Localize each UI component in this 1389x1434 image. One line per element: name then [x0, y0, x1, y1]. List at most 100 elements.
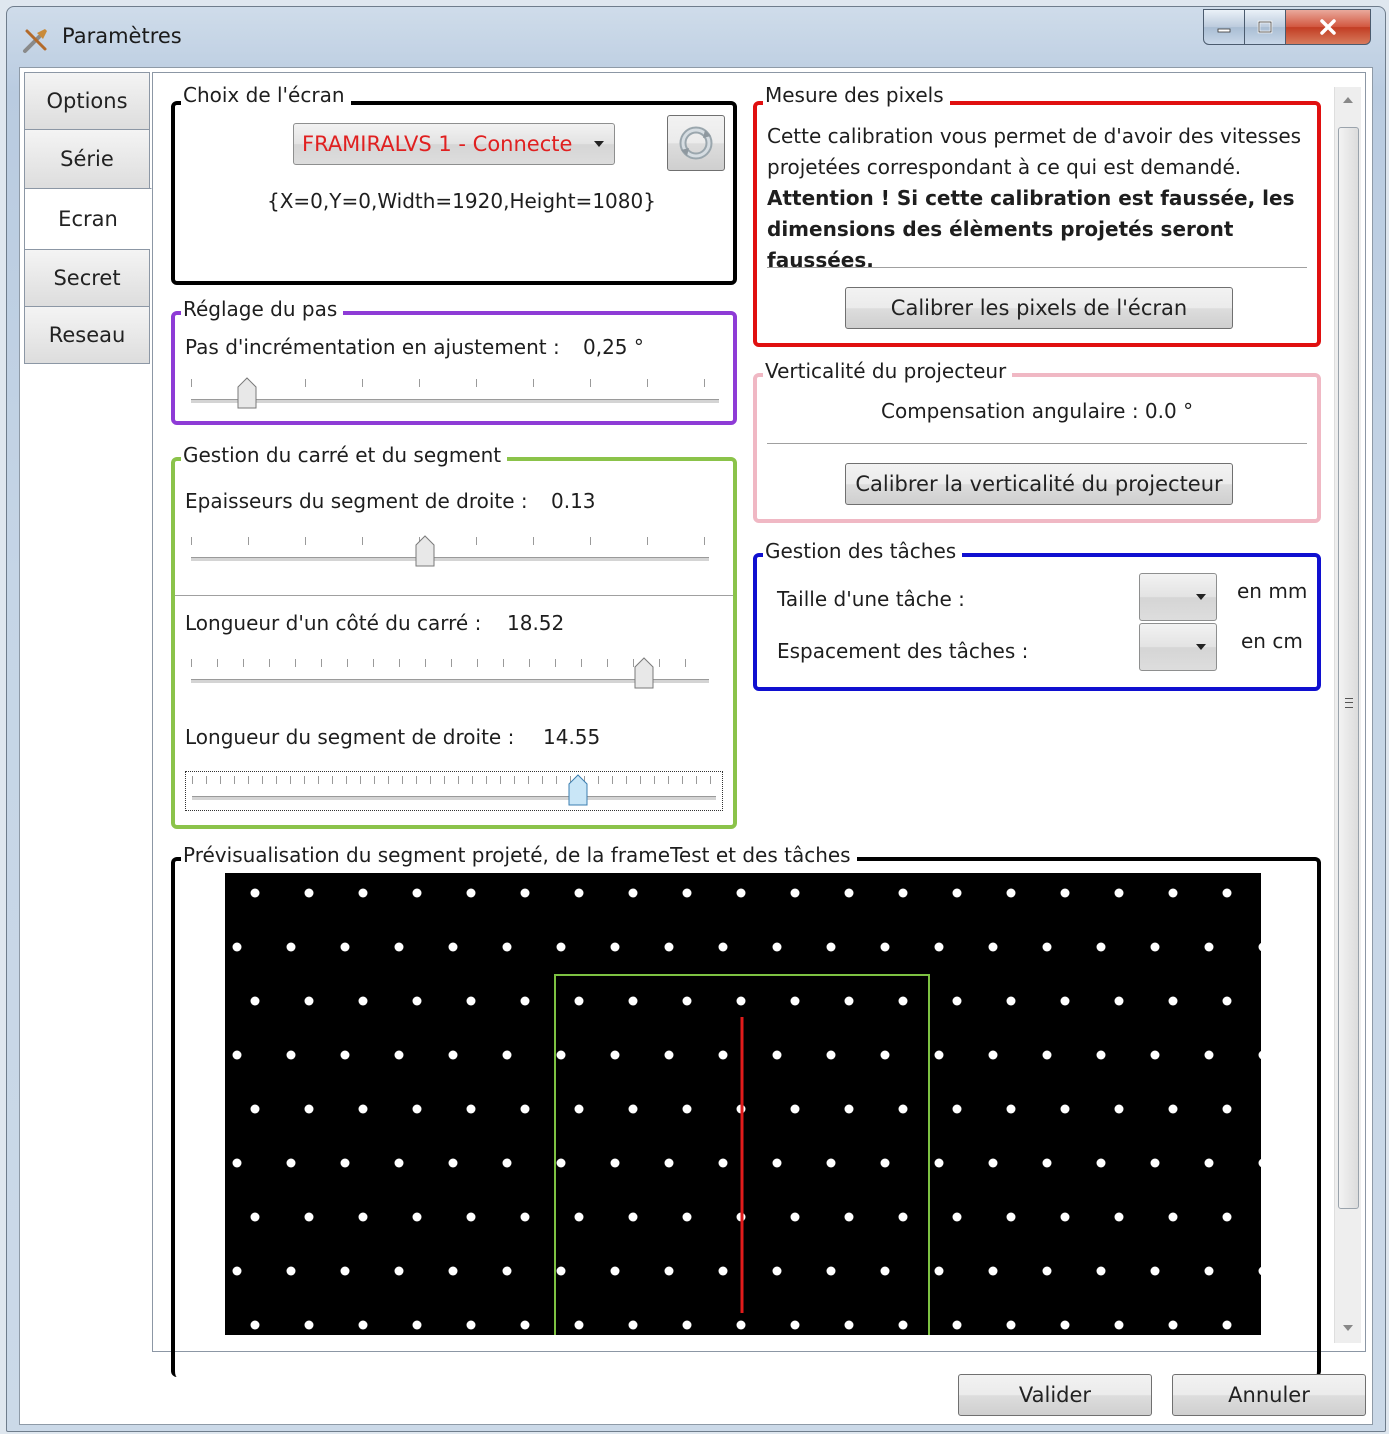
- grid-dot: [394, 1158, 404, 1168]
- grid-dot: [682, 1320, 692, 1330]
- title-bar[interactable]: Paramètres: [7, 7, 1385, 65]
- grid-dot: [880, 1266, 890, 1276]
- task-spacing-label: Espacement des tâches :: [777, 639, 1029, 663]
- slider-track: [191, 679, 709, 683]
- grid-dot: [610, 942, 620, 952]
- grid-dot: [250, 996, 260, 1006]
- grid-dot: [1150, 942, 1160, 952]
- grid-dot: [520, 996, 530, 1006]
- grid-dot: [1060, 1104, 1070, 1114]
- vertical-scrollbar[interactable]: [1334, 87, 1361, 1343]
- ecran-tab-panel: Choix de l'écran FRAMIRALVS 1 - Connecte…: [152, 72, 1366, 1377]
- screen-select[interactable]: FRAMIRALVS 1 - Connecte: [293, 123, 615, 165]
- group-legend: Gestion du carré et du segment: [181, 443, 508, 467]
- grid-dot: [664, 942, 674, 952]
- grid-dot: [1096, 942, 1106, 952]
- grid-dot: [844, 1212, 854, 1222]
- grid-dot: [718, 1266, 728, 1276]
- group-legend: Gestion des tâches: [763, 539, 963, 563]
- grid-dot: [952, 1320, 962, 1330]
- grid-dot: [250, 1320, 260, 1330]
- step-slider[interactable]: [185, 375, 725, 415]
- grid-dot: [1006, 1104, 1016, 1114]
- scroll-down-icon[interactable]: [1343, 1325, 1353, 1331]
- grid-dot: [1114, 1104, 1124, 1114]
- tab-serie[interactable]: Série: [24, 129, 150, 188]
- calibrate-pixels-button[interactable]: Calibrer les pixels de l'écran: [845, 287, 1233, 329]
- grid-dot: [304, 996, 314, 1006]
- chevron-down-icon: [594, 141, 604, 147]
- grid-dot: [934, 1266, 944, 1276]
- task-spacing-select[interactable]: [1139, 623, 1217, 671]
- grid-dot: [610, 1050, 620, 1060]
- task-size-select[interactable]: [1139, 573, 1217, 621]
- scroll-up-icon[interactable]: [1343, 97, 1353, 103]
- grid-dot: [250, 1212, 260, 1222]
- grid-dot: [826, 1050, 836, 1060]
- scrollbar-thumb[interactable]: [1338, 127, 1359, 1209]
- grid-dot: [412, 1320, 422, 1330]
- grid-dot: [304, 1212, 314, 1222]
- grid-dot: [358, 1320, 368, 1330]
- pixel-measure-group: Mesure des pixels Cette calibration vous…: [753, 83, 1321, 347]
- grid-dot: [286, 1158, 296, 1168]
- preview-drawing: [225, 873, 1261, 1335]
- grid-dot: [826, 942, 836, 952]
- grid-dot: [412, 1212, 422, 1222]
- minimize-button[interactable]: [1203, 9, 1245, 45]
- close-button[interactable]: [1286, 9, 1371, 45]
- warning-text: Attention ! Si cette calibration est fau…: [767, 186, 1295, 272]
- grid-dot: [772, 942, 782, 952]
- refresh-button[interactable]: [667, 115, 725, 171]
- grid-dot: [790, 1320, 800, 1330]
- cancel-button[interactable]: Annuler: [1172, 1374, 1366, 1416]
- grid-dot: [1042, 942, 1052, 952]
- thickness-slider[interactable]: [185, 533, 715, 573]
- tab-options[interactable]: Options: [24, 72, 150, 129]
- grid-dot: [232, 942, 242, 952]
- maximize-button[interactable]: [1245, 9, 1286, 45]
- chevron-down-icon: [1196, 594, 1206, 600]
- grid-dot: [1042, 1266, 1052, 1276]
- calibrate-verticality-button[interactable]: Calibrer la verticalité du projecteur: [845, 463, 1233, 505]
- projector-verticality-group: Verticalité du projecteur Compensation a…: [753, 359, 1321, 523]
- grid-dot: [952, 996, 962, 1006]
- angular-compensation-text: Compensation angulaire : 0.0 °: [881, 399, 1194, 423]
- grid-dot: [574, 1104, 584, 1114]
- grid-dot: [628, 888, 638, 898]
- selected-screen: FRAMIRALVS 1 - Connecte: [302, 132, 573, 156]
- grid-dot: [250, 888, 260, 898]
- description-text: Cette calibration vous permet de d'avoir…: [767, 124, 1302, 179]
- preview-canvas: [225, 873, 1261, 1335]
- grid-dot: [412, 996, 422, 1006]
- tab-secret[interactable]: Secret: [24, 249, 150, 306]
- grid-dot: [1060, 888, 1070, 898]
- grid-dot: [934, 1158, 944, 1168]
- segment-length-slider[interactable]: [185, 771, 723, 811]
- grid-dot: [628, 996, 638, 1006]
- grid-dot: [448, 942, 458, 952]
- validate-button[interactable]: Valider: [958, 1374, 1152, 1416]
- slider-thumb[interactable]: [237, 377, 257, 409]
- square-side-slider[interactable]: [185, 655, 715, 695]
- grid-dot: [988, 1266, 998, 1276]
- grid-dot: [1006, 888, 1016, 898]
- task-size-label: Taille d'une tâche :: [777, 587, 965, 611]
- tab-reseau[interactable]: Reseau: [24, 306, 150, 364]
- step-group: Réglage du pas Pas d'incrémentation en a…: [171, 297, 737, 425]
- grid-dot: [736, 996, 746, 1006]
- grid-dot: [1042, 1158, 1052, 1168]
- grid-dot: [412, 888, 422, 898]
- slider-thumb[interactable]: [415, 535, 435, 567]
- thickness-label: Epaisseurs du segment de droite :: [185, 489, 528, 513]
- slider-thumb[interactable]: [634, 657, 654, 689]
- tab-ecran[interactable]: Ecran: [24, 188, 152, 249]
- maximize-icon: [1257, 20, 1273, 34]
- grid-dot: [520, 888, 530, 898]
- grid-dot: [1114, 888, 1124, 898]
- grid-dot: [772, 1050, 782, 1060]
- slider-thumb[interactable]: [568, 774, 588, 806]
- grid-dot: [556, 1266, 566, 1276]
- grid-dot: [790, 1104, 800, 1114]
- grid-dot: [628, 1212, 638, 1222]
